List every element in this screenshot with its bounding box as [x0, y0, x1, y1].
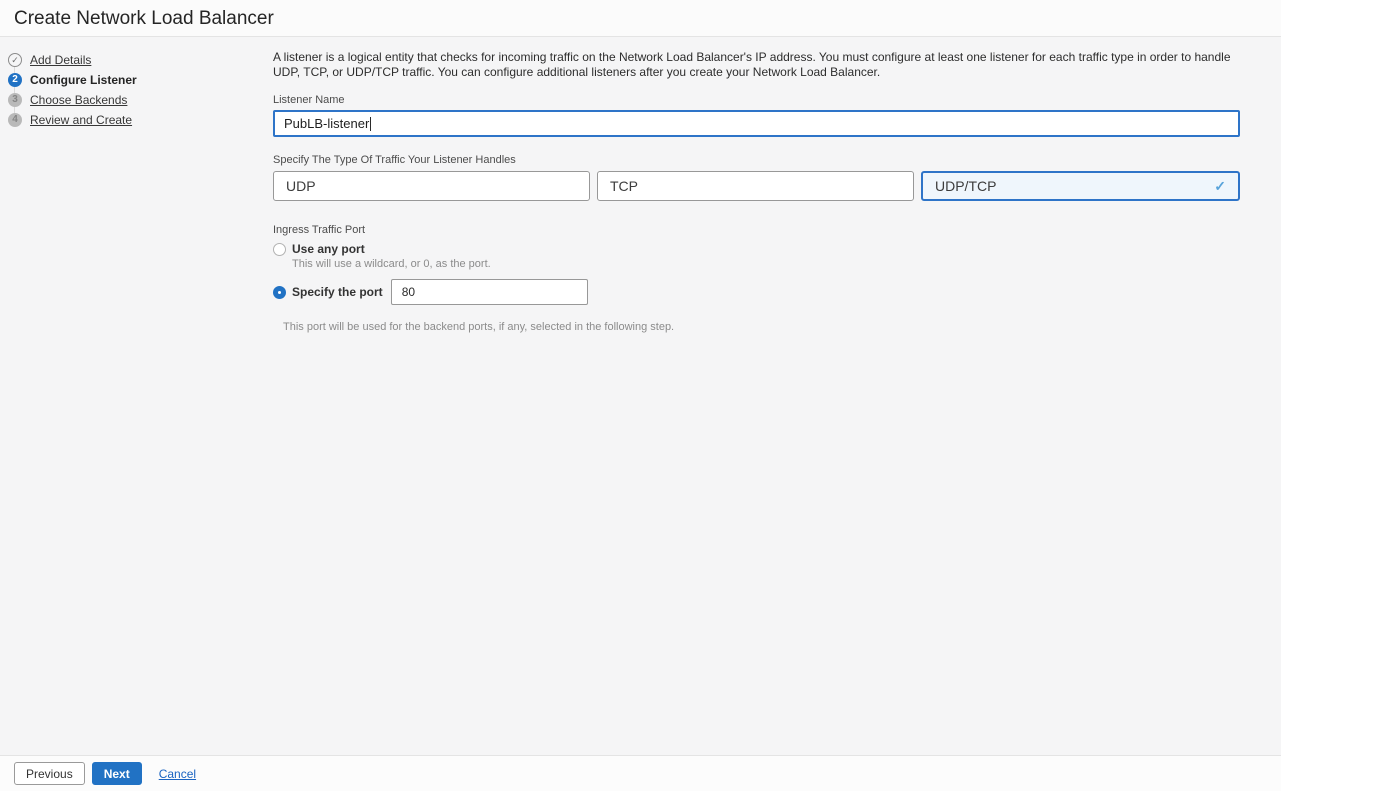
traffic-card-udp-tcp[interactable]: UDP/TCP ✓ — [921, 171, 1240, 201]
step-number-badge: 2 — [8, 73, 22, 87]
step-review-and-create[interactable]: 4 Review and Create — [8, 110, 258, 130]
previous-button[interactable]: Previous — [14, 762, 85, 785]
step-number-badge: 4 — [8, 113, 22, 127]
wizard-footer: Previous Next Cancel — [0, 755, 1281, 791]
cancel-link[interactable]: Cancel — [159, 767, 196, 781]
radio-row-specify-port: Specify the port — [273, 279, 1240, 305]
traffic-card-udp-label: UDP — [286, 178, 316, 194]
traffic-type-cards: UDP TCP UDP/TCP ✓ — [273, 171, 1240, 201]
step-complete-check-icon: ✓ — [8, 53, 22, 67]
selected-check-icon: ✓ — [1214, 177, 1226, 194]
listener-description: A listener is a logical entity that chec… — [273, 50, 1231, 79]
configure-listener-form: A listener is a logical entity that chec… — [273, 50, 1240, 333]
step-label-configure-listener: Configure Listener — [30, 73, 137, 87]
listener-name-label: Listener Name — [273, 94, 345, 106]
step-add-details[interactable]: ✓ Add Details — [8, 50, 258, 70]
traffic-card-udp[interactable]: UDP — [273, 171, 590, 201]
next-button[interactable]: Next — [91, 762, 142, 785]
radio-row-use-any-port: Use any port — [273, 242, 1240, 256]
use-any-port-radio[interactable] — [273, 242, 286, 256]
traffic-card-tcp[interactable]: TCP — [597, 171, 914, 201]
traffic-type-label: Specify The Type Of Traffic Your Listene… — [273, 154, 516, 166]
page: Create Network Load Balancer ✓ Add Detai… — [0, 0, 1388, 791]
ingress-port-label: Ingress Traffic Port — [273, 224, 366, 236]
create-nlb-panel: Create Network Load Balancer ✓ Add Detai… — [0, 0, 1281, 791]
specify-port-radio[interactable] — [273, 285, 286, 299]
page-title: Create Network Load Balancer — [14, 8, 274, 29]
panel-header: Create Network Load Balancer — [0, 0, 1281, 37]
specify-port-label[interactable]: Specify the port — [292, 285, 383, 299]
use-any-port-help: This will use a wildcard, or 0, as the p… — [292, 258, 491, 270]
step-label-add-details[interactable]: Add Details — [30, 53, 91, 67]
traffic-card-tcp-label: TCP — [610, 178, 638, 194]
step-choose-backends[interactable]: 3 Choose Backends — [8, 90, 258, 110]
use-any-port-label[interactable]: Use any port — [292, 242, 365, 256]
listener-name-input[interactable]: PubLB-listener — [273, 110, 1240, 137]
port-input[interactable] — [390, 279, 588, 305]
wizard-steps: ✓ Add Details 2 Configure Listener 3 Cho… — [8, 50, 258, 130]
step-label-choose-backends[interactable]: Choose Backends — [30, 93, 127, 107]
text-cursor — [370, 116, 372, 131]
step-configure-listener: 2 Configure Listener — [8, 70, 258, 90]
traffic-card-udp-tcp-label: UDP/TCP — [935, 178, 997, 194]
step-number-badge: 3 — [8, 93, 22, 107]
port-footnote: This port will be used for the backend p… — [283, 321, 675, 333]
listener-name-value: PubLB-listener — [284, 116, 370, 131]
step-label-review-and-create[interactable]: Review and Create — [30, 113, 132, 127]
